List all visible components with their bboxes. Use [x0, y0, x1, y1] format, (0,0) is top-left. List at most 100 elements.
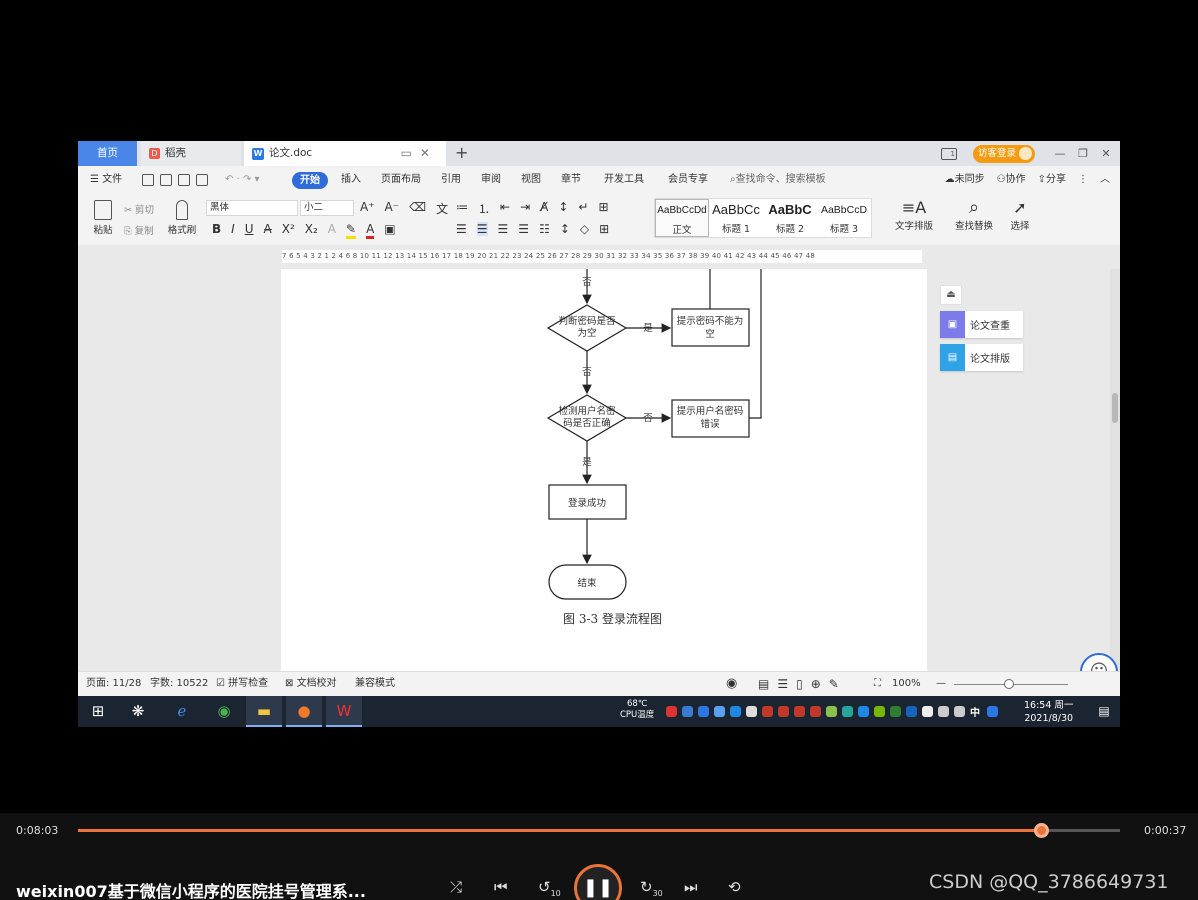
doc-proof-button[interactable]: ⊠ 文档校对 [285, 672, 337, 696]
highlight-icon[interactable]: ✎ [346, 222, 357, 239]
find-replace-button[interactable]: ⌕ 查找替换 [946, 198, 1002, 233]
page-indicator[interactable]: 页面: 11/28 [86, 672, 141, 696]
sync-status[interactable]: ☁未同步 [945, 166, 985, 194]
style-heading-3[interactable]: AaBbCcD 标题 3 [817, 199, 871, 237]
battery-icon[interactable] [922, 706, 933, 717]
repeat-off-icon[interactable]: ⟲ [728, 878, 741, 896]
qq-icon[interactable] [794, 706, 805, 717]
zoom-slider-knob[interactable] [1004, 679, 1014, 689]
tray-icon[interactable] [698, 706, 709, 717]
zoom-level[interactable]: 100% [892, 672, 921, 696]
file-explorer-icon[interactable]: ▬ [246, 696, 282, 727]
format-painter-button[interactable]: 格式刷 [166, 200, 198, 236]
align-center-icon[interactable]: ☰ [476, 222, 488, 236]
collaborate-button[interactable]: ⚇协作 [997, 166, 1026, 194]
tab-doke[interactable]: D 稻壳 [141, 141, 241, 166]
font-size-select[interactable]: 小二 [300, 200, 354, 216]
search-app-icon[interactable] [987, 706, 998, 717]
wps-taskbar-icon[interactable]: W [326, 696, 362, 727]
clear-format-icon[interactable]: ⌫ [409, 200, 426, 217]
word-count[interactable]: 字数: 10522 [150, 672, 208, 696]
menu-page-layout[interactable]: 页面布局 [381, 166, 421, 194]
print-icon[interactable] [178, 174, 190, 186]
tray-icon[interactable] [890, 706, 901, 717]
paper-check-button[interactable]: ▣ 论文查重 [940, 311, 1023, 338]
export-icon[interactable] [160, 174, 172, 186]
text-layout-button[interactable]: ≡A 文字排版 [886, 198, 942, 232]
bullet-list-icon[interactable]: ≔ [456, 200, 468, 217]
document-page[interactable]: 否 判断密码是否 为空 是 提示密码不能为 空 否 检测用户名密 码是否正确 否… [281, 269, 927, 671]
tab-close-icon[interactable]: ▭✕ [401, 141, 438, 166]
system-clock[interactable]: 16:54 周一 2021/8/30 [1024, 699, 1073, 725]
collapse-ribbon-icon[interactable]: ︿ [1100, 166, 1110, 194]
browser-360-icon[interactable]: ◉ [206, 696, 242, 727]
select-button[interactable]: ➚ 选择 [1004, 198, 1036, 232]
zoom-out-icon[interactable]: — [936, 672, 946, 696]
ime-indicator[interactable]: 中 [970, 704, 982, 719]
text-effect-icon[interactable]: A [328, 222, 336, 239]
bluetooth-icon[interactable] [906, 706, 917, 717]
menu-view[interactable]: 视图 [521, 166, 541, 194]
tab-document[interactable]: W 论文.doc ▭✕ [244, 141, 446, 166]
ie-browser-icon[interactable]: ℯ [164, 696, 200, 727]
forward-icon[interactable]: ↻30 [640, 878, 663, 898]
collapse-panel-icon[interactable]: ⏏ [940, 285, 962, 305]
minimize-icon[interactable]: — [1051, 147, 1069, 160]
app-360-icon[interactable]: ❋ [120, 696, 156, 727]
menu-file[interactable]: ☰ 文件 [90, 166, 122, 194]
table-tools-icon[interactable]: ⊞ [598, 200, 608, 217]
shading-icon[interactable]: ◇ [580, 222, 589, 236]
tray-icon[interactable] [682, 706, 693, 717]
shield-icon[interactable] [730, 706, 741, 717]
windows-start-icon[interactable]: ⊞ [80, 696, 116, 727]
rewind-icon[interactable]: ↺10 [538, 878, 561, 898]
restore-icon[interactable]: ❐ [1074, 147, 1092, 160]
undo-icon[interactable]: ↶ · ↷ ▾ [225, 166, 260, 194]
paste-button[interactable]: 粘贴 [88, 200, 118, 236]
notification-icon[interactable]: ▤ [1086, 696, 1120, 727]
menu-review[interactable]: 审阅 [481, 166, 501, 194]
menu-member[interactable]: 会员专享 [668, 166, 708, 194]
number-list-icon[interactable]: ⒈ [478, 200, 490, 217]
more-icon[interactable]: ⋮ [1078, 166, 1088, 194]
menu-reference[interactable]: 引用 [441, 166, 461, 194]
justify-icon[interactable]: ☰ [518, 222, 529, 236]
vertical-scrollbar[interactable] [1110, 269, 1120, 671]
tab-home[interactable]: 首页 [78, 141, 137, 166]
grow-font-icon[interactable]: A⁺ [360, 200, 375, 217]
bell-icon[interactable] [746, 706, 757, 717]
pause-button[interactable]: ❚❚ [574, 864, 622, 900]
chinese-layout-icon[interactable]: A̸ [540, 200, 548, 217]
show-marks-icon[interactable]: ↵ [578, 200, 588, 217]
style-heading-1[interactable]: AaBbCc 标题 1 [709, 199, 763, 237]
tray-icon[interactable] [826, 706, 837, 717]
char-border-icon[interactable]: ▣ [384, 222, 395, 239]
wifi-icon[interactable] [938, 706, 949, 717]
previous-icon[interactable]: ⏮ [494, 878, 508, 896]
visitor-login-button[interactable]: 访客登录 [972, 144, 1035, 163]
paper-layout-button[interactable]: ▤ 论文排版 [940, 344, 1023, 371]
layout-icon[interactable]: 1 [940, 147, 957, 160]
menu-dev-tools[interactable]: 开发工具 [604, 166, 644, 194]
superscript-icon[interactable]: X² [282, 222, 295, 239]
qq-icon[interactable] [762, 706, 773, 717]
sort-icon[interactable]: ↕ [558, 200, 568, 217]
font-name-select[interactable]: 黑体 [206, 200, 298, 216]
preview-icon[interactable] [196, 174, 208, 186]
menu-chapter[interactable]: 章节 [561, 166, 581, 194]
tray-icon[interactable] [858, 706, 869, 717]
horizontal-ruler[interactable]: 7 6 5 4 3 2 1 2 4 6 8 10 11 12 13 14 15 … [78, 245, 1120, 269]
phonetic-icon[interactable]: 文 [436, 200, 448, 217]
cut-button[interactable]: ✂ 剪切 [124, 202, 154, 216]
command-search[interactable]: ⌕查找命令、搜索模板 [730, 166, 826, 194]
tray-icon[interactable] [714, 706, 725, 717]
border-icon[interactable]: ⊞ [599, 222, 609, 236]
bold-icon[interactable]: B [212, 222, 221, 239]
font-color-icon[interactable]: A [366, 222, 375, 239]
save-icon[interactable] [142, 174, 154, 186]
close-icon[interactable]: ✕ [1097, 147, 1115, 160]
italic-icon[interactable]: I [231, 222, 235, 239]
distribute-icon[interactable]: ☷ [539, 222, 550, 236]
increase-indent-icon[interactable]: ⇥ [520, 200, 530, 217]
share-button[interactable]: ⇪分享 [1038, 166, 1066, 194]
